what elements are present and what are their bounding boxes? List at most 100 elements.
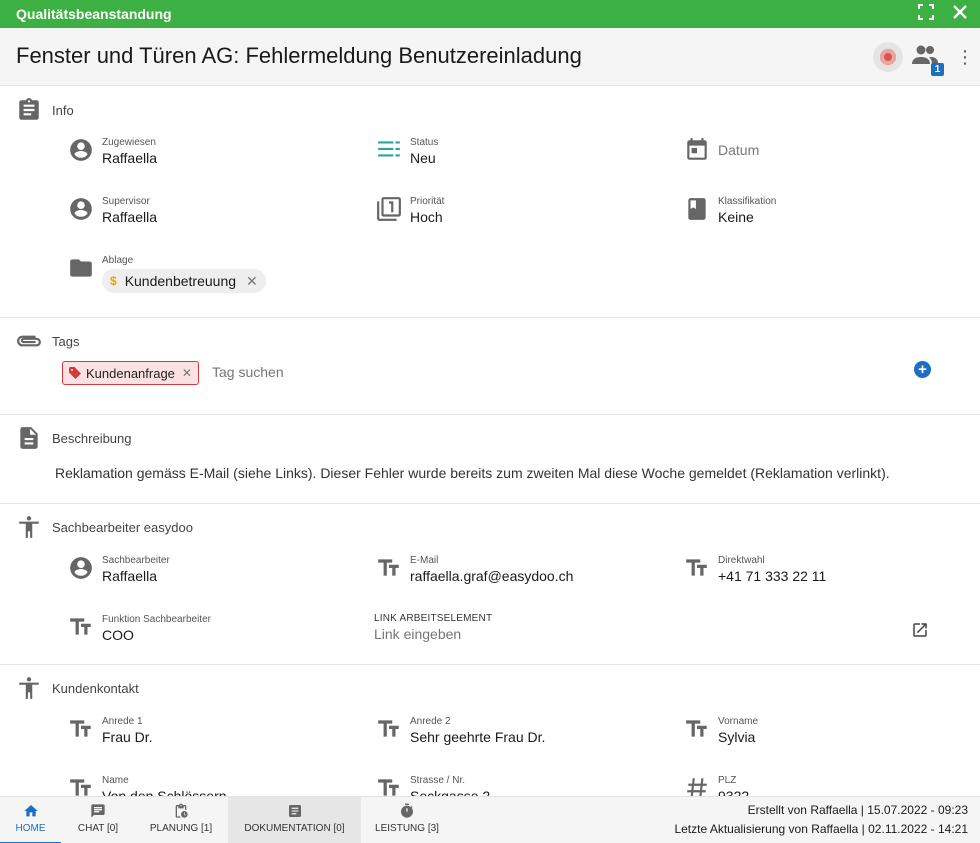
tags-heading[interactable]: Tags [16,328,79,354]
tag-chip-label: Kundenanfrage [86,365,175,381]
bottom-navigation: HOME CHAT [0] PLANUNG [1] DOKUMENTATION … [0,796,980,843]
tab-dokumentation-label: DOKUMENTATION [0] [244,823,345,834]
info-heading-label: Info [52,102,74,118]
storage-chip[interactable]: $ Kundenbetreuung ✕ [102,269,266,293]
tags-section: Tags Kundenanfrage ✕ + [0,318,980,415]
book-icon [688,198,706,220]
salutation2-value: Sehr geehrte Frau Dr. [410,729,546,745]
clipboard-clock-icon [175,803,188,818]
updated-info: Letzte Aktualisierung von Raffaella | 02… [674,822,968,836]
status-list-icon [378,141,400,157]
status-label: Status [410,137,439,148]
agent-heading-label: Sachbearbeiter easydoo [52,519,193,535]
document-icon [288,805,301,817]
add-tag-icon[interactable]: + [914,361,931,378]
email-label: E-Mail [410,555,439,566]
window-titlebar: Qualitätsbeanstandung [0,0,980,28]
tag-chip[interactable]: Kundenanfrage ✕ [62,361,199,385]
function-label: Funktion Sachbearbeiter [102,614,211,625]
hash-icon [687,778,707,796]
tab-home-label: HOME [15,823,46,834]
supervisor-label: Supervisor [102,196,150,207]
window-title: Qualitätsbeanstandung [16,6,172,22]
storage-chip-label: Kundenbetreuung [124,273,237,289]
fullscreen-icon[interactable] [916,4,936,24]
description-heading-label: Beschreibung [52,430,132,446]
priority-label: Priorität [410,196,445,207]
priority-one-icon [377,197,401,221]
close-icon[interactable] [950,4,970,24]
tab-home[interactable]: HOME [0,797,61,843]
description-heading[interactable]: Beschreibung [16,425,132,451]
firstname-label: Vorname [718,716,759,727]
tags-heading-label: Tags [52,333,80,349]
salutation1-value: Frau Dr. [102,729,153,745]
text-fields-icon [378,779,399,796]
users-count-badge: 1 [931,63,944,76]
chat-icon [91,804,105,818]
tab-chat-label: CHAT [0] [77,823,119,834]
agent-section: Sachbearbeiter easydoo Sachbearbeiter Ra… [0,504,980,665]
assigned-value: Raffaella [102,150,158,166]
tab-planung[interactable]: PLANUNG [1] [138,797,224,843]
dollar-icon: $ [110,274,117,288]
tab-leistung[interactable]: LEISTUNG [3] [368,797,446,843]
agent-heading[interactable]: Sachbearbeiter easydoo [16,514,193,540]
storage-label: Ablage [102,255,134,266]
street-value: Seckgasse 2 [410,788,491,796]
text-fields-icon [70,779,91,796]
priority-value: Hoch [410,209,443,225]
zip-label: PLZ [718,775,737,786]
record-header: Fenster und Türen AG: Fehlermeldung Benu… [0,28,980,86]
status-value: Neu [410,150,436,166]
users-button[interactable]: 1 [912,44,944,76]
contact-section: Kundenkontakt Anrede 1 Frau Dr. Anrede 2… [0,665,980,796]
description-text[interactable]: Reklamation gemäss E-Mail (siehe Links).… [55,465,890,481]
person-standing-icon [19,516,39,538]
remove-tag-icon[interactable]: ✕ [182,366,192,380]
tag-search-input[interactable] [212,364,812,380]
salutation2-label: Anrede 2 [410,716,451,727]
classification-label: Klassifikation [718,196,777,207]
stop-button[interactable] [873,42,903,72]
clerk-value: Raffaella [102,568,158,584]
clerk-label: Sachbearbeiter [102,555,170,566]
date-placeholder: Datum [718,142,760,158]
tab-planung-label: PLANUNG [1] [149,823,213,834]
direct-dial-value: +41 71 333 22 11 [718,568,827,584]
text-fields-icon [378,720,399,737]
contact-heading[interactable]: Kundenkontakt [16,675,139,701]
supervisor-value: Raffaella [102,209,158,225]
home-icon [23,805,38,817]
text-fields-icon [686,720,707,737]
text-fields-icon [686,559,707,576]
page-title: Fenster und Türen AG: Fehlermeldung Benu… [16,43,582,68]
window-actions [916,4,970,24]
classification-value: Keine [718,209,754,225]
function-value: COO [102,627,134,643]
open-external-icon[interactable] [911,621,929,639]
stopwatch-icon [400,803,413,818]
folder-icon [70,259,92,277]
person-standing-icon [19,677,39,699]
contact-heading-label: Kundenkontakt [52,680,139,696]
tab-chat[interactable]: CHAT [0] [64,797,132,843]
clipboard-icon [19,98,39,120]
description-section: Beschreibung Reklamation gemäss E-Mail (… [0,415,980,504]
info-heading[interactable]: Info [16,97,74,123]
more-options-icon[interactable]: ⋮ [956,46,974,68]
info-section: Info Zugewiesen Raffaella Status Neu Dat… [0,87,980,318]
name-value: Von den Schlössern [102,788,227,796]
link-input[interactable] [374,626,674,642]
calendar-icon [687,138,707,160]
remove-chip-icon[interactable]: ✕ [246,273,258,290]
person-icon [70,139,92,161]
tab-dokumentation[interactable]: DOKUMENTATION [0] [228,797,361,843]
form-content: Info Zugewiesen Raffaella Status Neu Dat… [0,87,980,796]
text-fields-icon [70,618,91,635]
person-icon [70,557,92,579]
document-icon [20,427,38,449]
text-fields-icon [70,720,91,737]
link-label: LINK ARBEITSELEMENT [374,613,493,624]
name-label: Name [102,775,129,786]
